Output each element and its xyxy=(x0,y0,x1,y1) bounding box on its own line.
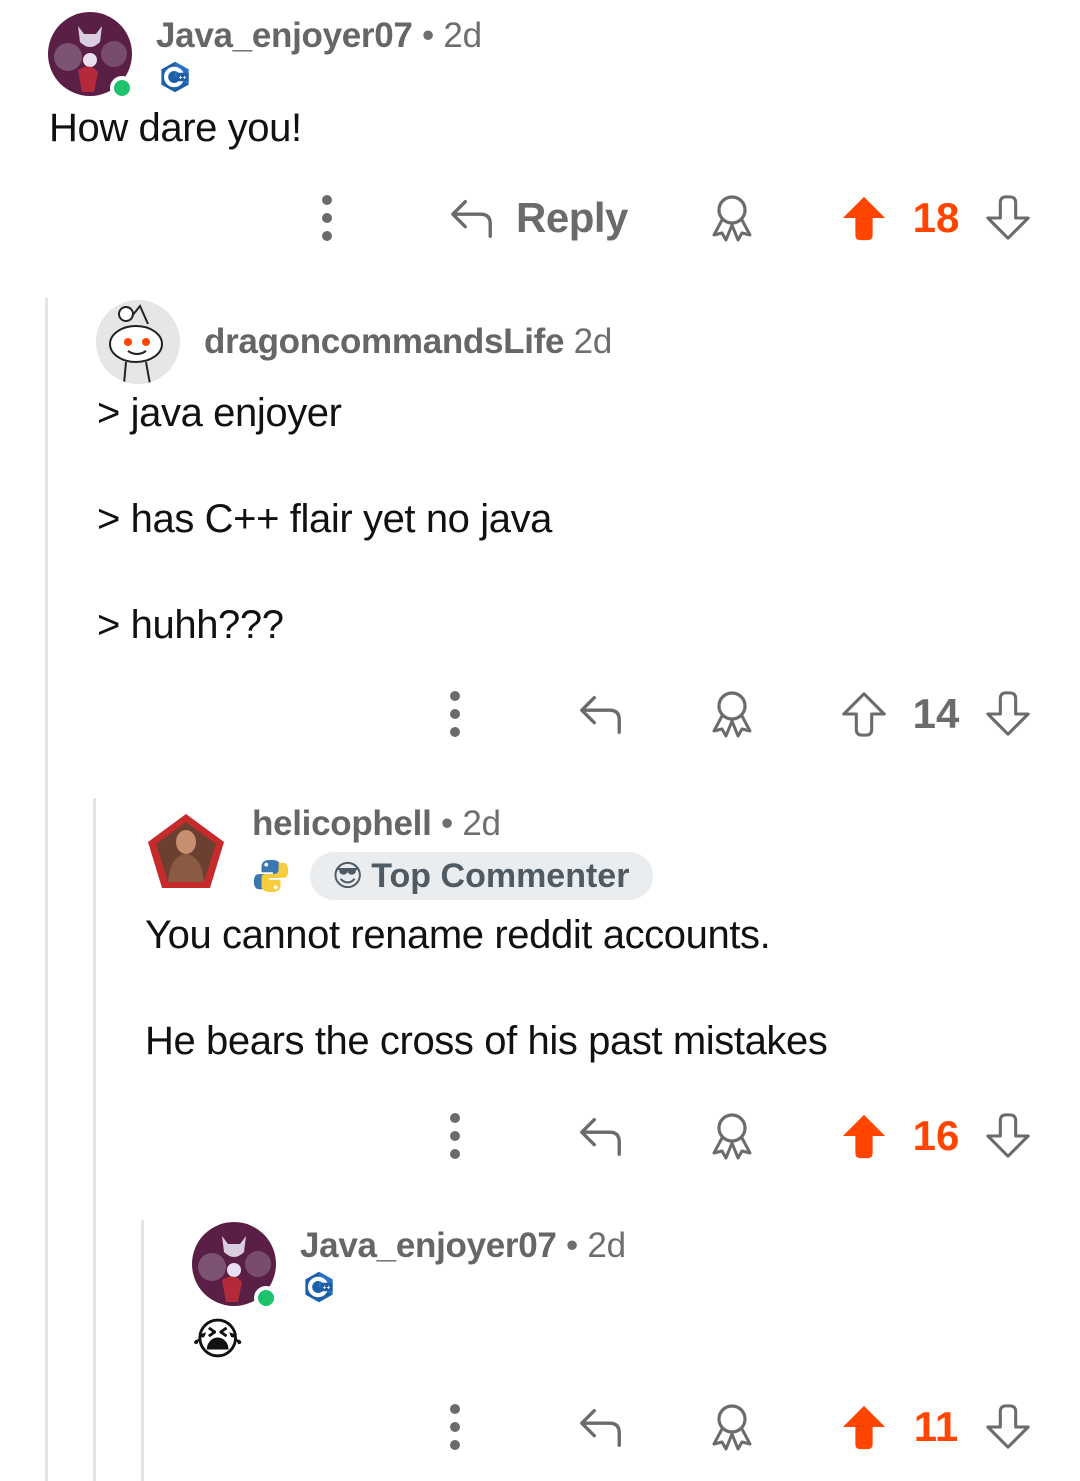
reply-label: Reply xyxy=(516,194,628,241)
comment-actions: 14 xyxy=(0,684,1080,744)
username[interactable]: dragoncommandsLife xyxy=(204,322,565,361)
upvote-icon xyxy=(840,690,888,738)
more-options-button[interactable] xyxy=(441,1397,469,1457)
cpp-flair-icon xyxy=(158,60,192,94)
flair-row xyxy=(158,60,192,94)
timestamp: 2d xyxy=(443,16,482,55)
comment-actions: 11 xyxy=(0,1397,1080,1457)
downvote-button[interactable] xyxy=(982,684,1034,744)
more-options-button[interactable] xyxy=(441,684,469,744)
vote-score: 11 xyxy=(913,1403,959,1450)
award-button[interactable] xyxy=(706,1397,758,1457)
separator: • xyxy=(440,804,453,843)
vote-score: 14 xyxy=(912,690,960,737)
flair-row xyxy=(302,1270,336,1304)
award-button[interactable] xyxy=(706,684,758,744)
timestamp: 2d xyxy=(587,1226,626,1265)
online-status-indicator xyxy=(254,1286,278,1310)
more-options-icon xyxy=(445,1397,465,1457)
reply-icon xyxy=(577,1403,625,1451)
reply-icon xyxy=(577,1112,625,1160)
avatar[interactable] xyxy=(146,812,226,892)
downvote-icon xyxy=(984,1112,1032,1160)
comment-text-line: > has C++ flair yet no java xyxy=(97,497,553,541)
comment-meta: helicophell • 2d xyxy=(252,804,501,844)
upvote-filled-icon xyxy=(840,194,888,242)
comment-actions: Reply 18 xyxy=(0,188,1080,248)
upvote-filled-icon xyxy=(840,1403,888,1451)
downvote-icon xyxy=(984,690,1032,738)
more-options-icon xyxy=(445,684,465,744)
comment-body: How dare you! xyxy=(49,106,302,151)
separator: • xyxy=(422,16,434,55)
award-button[interactable] xyxy=(706,1106,758,1166)
more-options-button[interactable] xyxy=(441,1106,469,1166)
award-icon xyxy=(707,1111,757,1161)
reply-button[interactable]: Reply xyxy=(448,188,628,248)
more-options-icon xyxy=(445,1106,465,1166)
crying-emoji: 😭 xyxy=(192,1315,244,1364)
reply-button[interactable] xyxy=(576,1397,626,1457)
comment: Java_enjoyer07 • 2d How dare you! Reply … xyxy=(0,0,1080,290)
downvote-button[interactable] xyxy=(982,188,1034,248)
award-icon xyxy=(707,1402,757,1452)
comment: Java_enjoyer07 • 2d 😭 11 xyxy=(0,1210,1080,1481)
username[interactable]: Java_enjoyer07 xyxy=(300,1226,557,1265)
reply-button[interactable] xyxy=(576,684,626,744)
comment-body: You cannot rename reddit accounts. He be… xyxy=(145,882,828,1094)
more-options-icon xyxy=(317,188,337,248)
upvote-button[interactable] xyxy=(838,1106,890,1166)
cpp-flair-icon xyxy=(302,1270,336,1304)
comment-meta: Java_enjoyer07 • 2d xyxy=(156,16,482,56)
timestamp: 2d xyxy=(573,322,613,361)
upvote-button[interactable] xyxy=(838,1397,890,1457)
upvote-button[interactable] xyxy=(838,684,890,744)
username[interactable]: Java_enjoyer07 xyxy=(156,16,413,55)
comment-actions: 16 xyxy=(0,1106,1080,1166)
downvote-button[interactable] xyxy=(982,1106,1034,1166)
comment-body: > java enjoyer > has C++ flair yet no ja… xyxy=(97,360,552,678)
comment-text-line: He bears the cross of his past mistakes xyxy=(145,1019,828,1063)
reply-button[interactable] xyxy=(576,1106,626,1166)
timestamp: 2d xyxy=(462,804,501,843)
downvote-icon xyxy=(984,1403,1032,1451)
award-icon xyxy=(707,689,757,739)
comment: dragoncommandsLife 2d > java enjoyer > h… xyxy=(0,290,1080,760)
reply-icon xyxy=(448,194,496,242)
comment-meta: Java_enjoyer07 • 2d xyxy=(300,1226,626,1266)
comment-text-line: > huhh??? xyxy=(97,603,284,647)
separator: • xyxy=(566,1226,578,1265)
comment-text-line: > java enjoyer xyxy=(97,391,342,435)
downvote-icon xyxy=(984,194,1032,242)
comment-meta: dragoncommandsLife 2d xyxy=(204,322,612,362)
award-button[interactable] xyxy=(706,188,758,248)
upvote-filled-icon xyxy=(840,1112,888,1160)
online-status-indicator xyxy=(110,76,134,100)
username[interactable]: helicophell xyxy=(252,804,432,843)
more-options-button[interactable] xyxy=(313,188,341,248)
downvote-button[interactable] xyxy=(982,1397,1034,1457)
comment-text: How dare you! xyxy=(49,106,302,150)
comment: helicophell • 2d 😎 Top Commenter You can… xyxy=(0,790,1080,1210)
upvote-button[interactable] xyxy=(838,188,890,248)
reply-icon xyxy=(577,690,625,738)
vote-score: 18 xyxy=(912,194,960,241)
vote-score: 16 xyxy=(912,1112,960,1159)
award-icon xyxy=(707,193,757,243)
comment-body: 😭 xyxy=(192,1314,243,1365)
comment-text-line: You cannot rename reddit accounts. xyxy=(145,913,771,957)
